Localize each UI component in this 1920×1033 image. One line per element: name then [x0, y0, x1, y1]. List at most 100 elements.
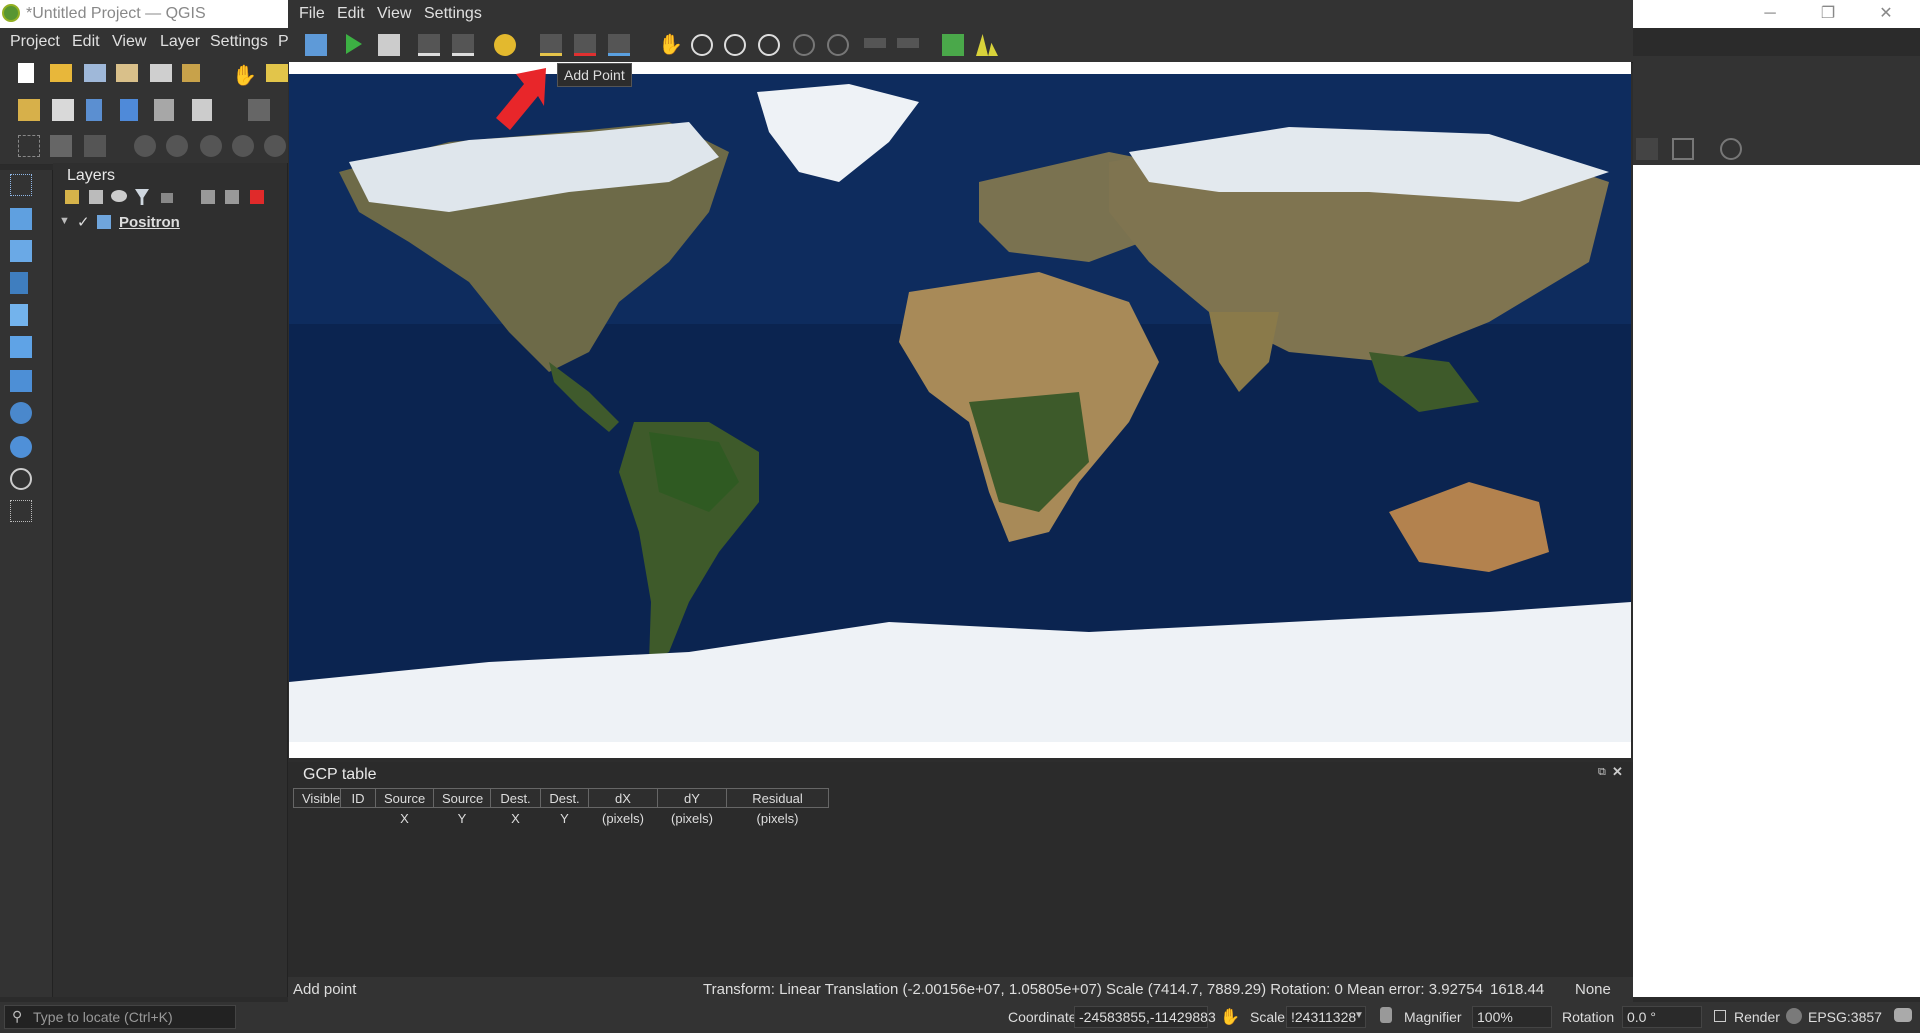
- open-project-icon[interactable]: [50, 64, 72, 82]
- minimize-button[interactable]: ─: [1747, 2, 1793, 26]
- close-dock-icon[interactable]: ✕: [1612, 764, 1623, 780]
- link-georef-to-qgis-icon[interactable]: [864, 38, 886, 48]
- data-source-manager-icon[interactable]: [18, 99, 40, 121]
- new-project-icon[interactable]: [18, 63, 34, 83]
- column-header[interactable]: Dest. Y: [540, 788, 589, 826]
- column-header[interactable]: Source Y: [433, 788, 491, 826]
- coordinate-field[interactable]: -24583855,-11429883: [1074, 1006, 1216, 1028]
- toggle-editing-icon[interactable]: [248, 99, 270, 121]
- filter-legend-icon[interactable]: [135, 189, 149, 205]
- geo-menu-edit[interactable]: Edit: [337, 5, 365, 23]
- pan-map-icon[interactable]: ✋: [232, 63, 257, 87]
- settings-shape-icon[interactable]: [1720, 138, 1742, 160]
- new-print-layout-icon[interactable]: [116, 64, 138, 82]
- layer-item-positron[interactable]: ▼ ✓ Positron: [59, 213, 279, 235]
- render-checkbox[interactable]: [1714, 1010, 1726, 1022]
- add-vector-icon[interactable]: [10, 336, 32, 358]
- annotation-icon[interactable]: [1636, 138, 1658, 160]
- open-layer-styling-icon[interactable]: [65, 190, 79, 204]
- digitize-icon[interactable]: [120, 99, 138, 121]
- manage-visibility-icon[interactable]: [111, 190, 127, 202]
- add-wms-layer-icon[interactable]: [10, 208, 32, 230]
- pan-icon[interactable]: ✋: [658, 32, 683, 56]
- move-gcp-icon[interactable]: [608, 34, 630, 56]
- menu-layer[interactable]: Layer: [160, 33, 200, 51]
- float-dock-icon[interactable]: ⧉: [1598, 766, 1606, 779]
- column-header[interactable]: Visible: [293, 788, 341, 808]
- pan-to-selection-icon[interactable]: [266, 64, 288, 82]
- delete-point-icon[interactable]: [574, 34, 596, 56]
- save-project-icon[interactable]: [84, 64, 106, 82]
- add-mesh-icon[interactable]: [10, 370, 32, 392]
- rotation-field[interactable]: 0.0 °: [1622, 1006, 1702, 1028]
- new-shapefile-icon[interactable]: [86, 99, 102, 121]
- globe-icon[interactable]: [1786, 1008, 1802, 1024]
- load-gcp-icon[interactable]: [418, 34, 440, 56]
- vertex-tool-icon[interactable]: [50, 135, 72, 157]
- select-frame-icon[interactable]: [1672, 138, 1694, 160]
- add-group-icon[interactable]: [89, 190, 103, 204]
- fill-ring-icon[interactable]: [264, 135, 286, 157]
- locator-input[interactable]: ⚲ Type to locate (Ctrl+K): [4, 1005, 236, 1029]
- virtual-layer-icon[interactable]: [192, 99, 212, 121]
- crs-label[interactable]: EPSG:3857: [1808, 1009, 1882, 1025]
- offset-curve-icon[interactable]: [232, 135, 254, 157]
- add-point-icon[interactable]: [540, 34, 562, 56]
- full-histogram-stretch-icon[interactable]: [942, 34, 964, 56]
- add-raster-icon[interactable]: [10, 240, 32, 262]
- start-georeferencing-icon[interactable]: [346, 34, 362, 54]
- menu-project[interactable]: Project: [10, 33, 60, 51]
- vertex-select-icon[interactable]: [10, 174, 32, 196]
- geo-menu-view[interactable]: View: [377, 5, 411, 23]
- column-header[interactable]: Source X: [375, 788, 434, 826]
- layer-name[interactable]: Positron: [119, 214, 180, 231]
- column-header[interactable]: ID: [340, 788, 376, 808]
- style-manager-icon[interactable]: [182, 64, 200, 82]
- menu-settings[interactable]: Settings: [210, 33, 268, 51]
- open-raster-icon[interactable]: [305, 34, 327, 56]
- generate-gdal-script-icon[interactable]: [378, 34, 400, 56]
- add-wcs-icon[interactable]: [10, 436, 32, 458]
- add-line-icon[interactable]: [10, 304, 28, 326]
- zoom-in-icon[interactable]: [691, 34, 713, 56]
- merge-features-icon[interactable]: [134, 135, 156, 157]
- geo-menu-settings[interactable]: Settings: [424, 5, 482, 23]
- zoom-last-icon[interactable]: [793, 34, 815, 56]
- remove-layer-icon[interactable]: [250, 190, 264, 204]
- add-vertex-icon[interactable]: [18, 135, 40, 157]
- link-qgis-to-georef-icon[interactable]: [897, 38, 919, 48]
- new-virtual-layer-icon[interactable]: [154, 99, 174, 121]
- column-header[interactable]: Dest. X: [490, 788, 541, 826]
- messages-icon[interactable]: [1894, 1008, 1912, 1022]
- menu-edit[interactable]: Edit: [72, 33, 100, 51]
- chevron-down-icon[interactable]: ▼: [1354, 1010, 1364, 1021]
- save-gcp-icon[interactable]: [452, 34, 474, 56]
- filter-expression-icon[interactable]: [161, 193, 173, 203]
- add-virtual-icon[interactable]: [10, 500, 32, 522]
- expand-all-icon[interactable]: [201, 190, 215, 204]
- lock-icon[interactable]: [1380, 1007, 1392, 1023]
- layout-manager-icon[interactable]: [150, 64, 172, 82]
- magnifier-field[interactable]: 100%: [1472, 1006, 1552, 1028]
- layer-visibility-checkbox[interactable]: ✓: [77, 213, 90, 231]
- zoom-to-layer-icon[interactable]: [758, 34, 780, 56]
- expand-arrow-icon[interactable]: ▼: [59, 215, 70, 227]
- local-histogram-stretch-icon[interactable]: [976, 34, 998, 56]
- close-button[interactable]: ✕: [1863, 2, 1909, 26]
- add-delimited-icon[interactable]: [10, 272, 28, 294]
- transformation-settings-icon[interactable]: [494, 34, 516, 56]
- zoom-out-icon[interactable]: [724, 34, 746, 56]
- georef-crs-label[interactable]: None: [1575, 981, 1611, 998]
- geo-menu-file[interactable]: File: [299, 5, 325, 23]
- georeferencer-map-canvas[interactable]: [289, 62, 1631, 758]
- reshape-icon[interactable]: [200, 135, 222, 157]
- restore-button[interactable]: ❐: [1805, 2, 1851, 26]
- column-header[interactable]: dX (pixels): [588, 788, 658, 826]
- split-features-icon[interactable]: [166, 135, 188, 157]
- toggle-extents-icon[interactable]: ✋: [1220, 1007, 1240, 1027]
- new-geopackage-icon[interactable]: [52, 99, 74, 121]
- add-feature-icon[interactable]: [84, 135, 106, 157]
- menu-view[interactable]: View: [112, 33, 146, 51]
- column-header[interactable]: Residual (pixels): [726, 788, 829, 826]
- qgis-map-canvas[interactable]: [1632, 165, 1920, 997]
